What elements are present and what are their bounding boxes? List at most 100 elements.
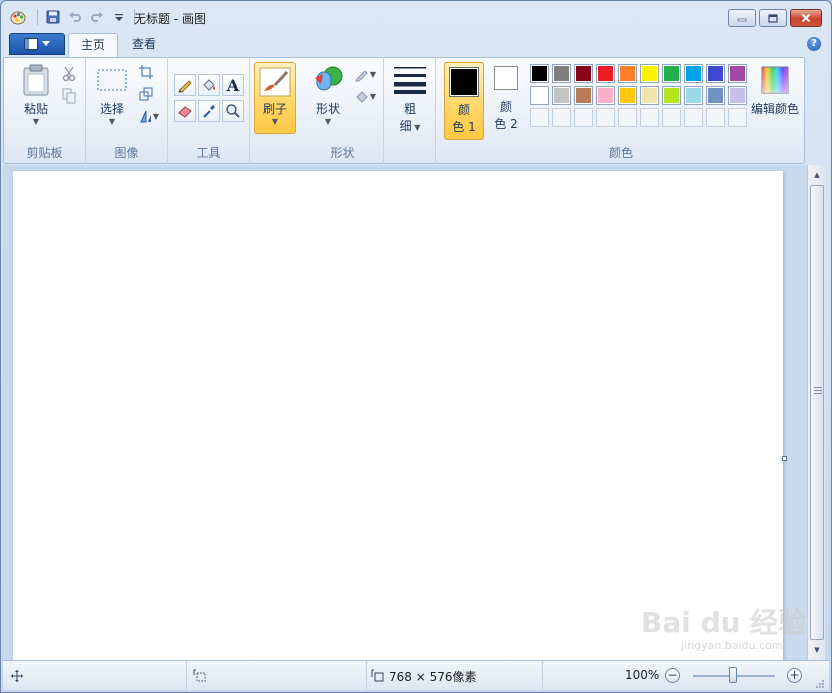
custom-color-slot[interactable] [684, 108, 703, 127]
palette-color-swatch[interactable] [662, 64, 681, 83]
palette-color-swatch[interactable] [640, 86, 659, 105]
image-size-segment: 768 × 576像素 [367, 661, 543, 691]
shapes-button[interactable]: 形状 ▼ [310, 64, 346, 126]
edit-colors-button[interactable]: 编辑颜色 [750, 66, 800, 117]
shapes-group: 形状 ▼ ▼ ▼ 形状 [302, 58, 384, 164]
custom-color-slot[interactable] [728, 108, 747, 127]
crop-icon [139, 65, 153, 79]
chevron-down-icon: ▼ [324, 117, 332, 126]
customize-qat-icon[interactable] [110, 8, 128, 26]
cut-button[interactable] [59, 64, 79, 84]
custom-color-slot[interactable] [706, 108, 725, 127]
resize-button[interactable] [136, 84, 156, 104]
swatch-fill [664, 88, 679, 103]
zoom-slider-thumb[interactable] [729, 667, 737, 683]
vertical-scrollbar[interactable]: ▲ ▼ [807, 165, 825, 660]
magnifier-icon [226, 104, 240, 118]
paint-app-icon[interactable] [10, 9, 26, 25]
image-group: 选择 ▼ ▼ 图像 [86, 58, 168, 164]
zoom-out-button[interactable]: − [665, 668, 680, 683]
canvas-resize-handle-right[interactable] [782, 456, 787, 461]
custom-color-slot[interactable] [618, 108, 637, 127]
outline-button[interactable]: ▼ [352, 64, 378, 84]
fill-bucket-icon [356, 91, 368, 103]
tab-home[interactable]: 主页 [68, 33, 119, 57]
custom-color-slot[interactable] [662, 108, 681, 127]
ribbon: 粘贴 ▼ 剪贴板 选择 ▼ ▼ 图像 A 工具 刷子 ▼ 形状 ▼ ▼ ▼ 形状… [3, 57, 805, 164]
colors-group-label: 颜色 [608, 146, 633, 160]
select-button[interactable]: 选择 ▼ [94, 68, 130, 126]
custom-color-slot[interactable] [574, 108, 593, 127]
color-picker-tool[interactable] [198, 100, 220, 122]
resize-grip-icon[interactable] [815, 679, 825, 689]
palette-color-swatch[interactable] [574, 64, 593, 83]
zoom-in-button[interactable]: + [787, 668, 802, 683]
swatch-fill [532, 66, 547, 81]
fill-tool[interactable] [198, 74, 220, 96]
tab-view[interactable]: 查看 [120, 33, 168, 57]
palette-color-swatch[interactable] [618, 64, 637, 83]
close-button[interactable] [790, 9, 822, 27]
palette-color-swatch[interactable] [684, 86, 703, 105]
color2-label-line2: 色 2 [494, 117, 518, 131]
magnifier-tool[interactable] [222, 100, 244, 122]
palette-color-swatch[interactable] [530, 86, 549, 105]
redo-icon[interactable] [88, 8, 106, 26]
custom-color-slot[interactable] [552, 108, 571, 127]
brushes-label: 刷子 [262, 102, 287, 116]
paste-button[interactable]: 粘贴 ▼ [16, 64, 56, 126]
crop-button[interactable] [136, 62, 156, 82]
chevron-down-icon: ▼ [152, 111, 160, 121]
size-button[interactable]: 粗 细 ▼ [392, 64, 428, 134]
swatch-fill [554, 88, 569, 103]
palette-color-swatch[interactable] [574, 86, 593, 105]
scrollbar-thumb[interactable] [810, 185, 824, 640]
tools-group: A 工具 [168, 58, 250, 164]
color2-button[interactable]: 颜 色 2 [488, 66, 524, 132]
scroll-down-arrow[interactable]: ▼ [809, 642, 825, 658]
chevron-down-icon: ▼ [369, 69, 377, 79]
palette-color-swatch[interactable] [662, 86, 681, 105]
move-cursor-icon [11, 670, 23, 682]
rotate-button[interactable]: ▼ [136, 106, 162, 126]
scroll-up-arrow[interactable]: ▲ [809, 167, 825, 183]
scissors-icon [62, 66, 76, 82]
shapes-label: 形状 [315, 102, 340, 116]
clipboard-group: 粘贴 ▼ 剪贴板 [4, 58, 86, 164]
palette-color-swatch[interactable] [596, 64, 615, 83]
palette-color-swatch[interactable] [530, 64, 549, 83]
chevron-down-icon: ▼ [369, 91, 377, 101]
help-icon[interactable]: ? [807, 37, 821, 51]
drawing-canvas[interactable] [13, 171, 783, 661]
color1-button[interactable]: 颜 色 1 [444, 62, 484, 140]
image-size-icon [371, 669, 384, 682]
palette-color-swatch[interactable] [728, 86, 747, 105]
palette-color-swatch[interactable] [706, 86, 725, 105]
palette-color-swatch[interactable] [706, 64, 725, 83]
custom-color-slot[interactable] [530, 108, 549, 127]
text-tool-icon: A [226, 75, 240, 95]
paint-menu-button[interactable] [9, 33, 65, 55]
text-tool[interactable]: A [222, 74, 244, 96]
palette-color-swatch[interactable] [728, 64, 747, 83]
minimize-button[interactable] [728, 9, 756, 27]
palette-color-swatch[interactable] [552, 86, 571, 105]
custom-color-slot[interactable] [596, 108, 615, 127]
brushes-button[interactable]: 刷子 ▼ [254, 62, 296, 134]
copy-button[interactable] [59, 86, 79, 106]
maximize-button[interactable] [759, 9, 787, 27]
custom-color-slot[interactable] [640, 108, 659, 127]
palette-color-swatch[interactable] [684, 64, 703, 83]
swatch-fill [554, 66, 569, 81]
palette-color-swatch[interactable] [618, 86, 637, 105]
undo-icon[interactable] [66, 8, 84, 26]
qat-separator [37, 9, 38, 25]
palette-color-swatch[interactable] [640, 64, 659, 83]
pencil-tool[interactable] [174, 74, 196, 96]
eraser-tool[interactable] [174, 100, 196, 122]
palette-color-swatch[interactable] [552, 64, 571, 83]
fill-button[interactable]: ▼ [352, 86, 378, 106]
save-icon[interactable] [44, 8, 62, 26]
swatch-fill [532, 88, 547, 103]
palette-color-swatch[interactable] [596, 86, 615, 105]
